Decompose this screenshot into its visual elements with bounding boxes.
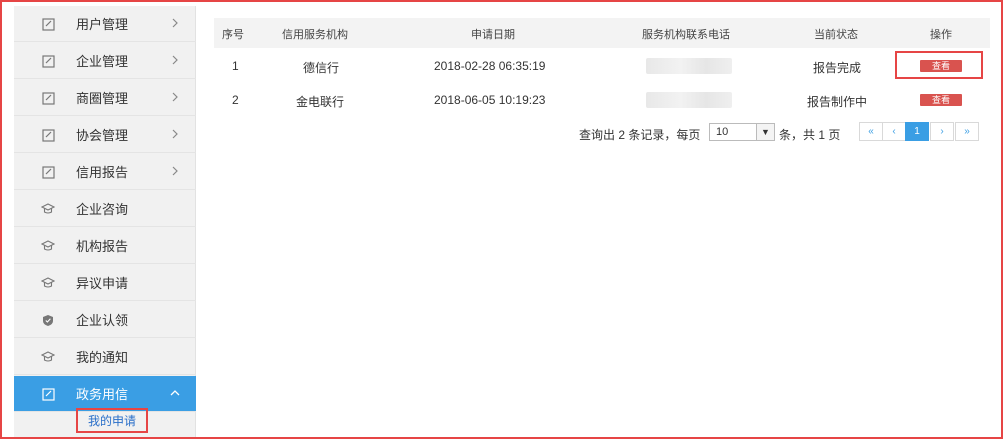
chevron-right-icon — [168, 53, 182, 67]
sidebar-item-label: 用户管理 — [76, 17, 129, 32]
graduation-cap-icon — [41, 350, 55, 364]
sidebar-subitem-label: 我的申请 — [87, 414, 136, 428]
sidebar-item-label: 企业咨询 — [76, 202, 129, 217]
page-size-value: 10 — [716, 126, 729, 138]
sidebar-item-label: 我的通知 — [76, 350, 129, 365]
row-date: 2018-02-28 06:35:19 — [434, 59, 546, 73]
table-row: 1 德信行 2018-02-28 06:35:19 报告完成 查看 — [214, 49, 990, 83]
sidebar-item-association[interactable]: 协会管理 — [14, 117, 196, 153]
table-row: 2 金电联行 2018-06-05 10:19:23 报告制作中 查看 — [214, 83, 990, 117]
view-button[interactable]: 查看 — [920, 94, 962, 106]
column-header-date: 申请日期 — [471, 29, 515, 41]
column-header-status: 当前状态 — [814, 29, 858, 41]
row-status: 报告制作中 — [807, 95, 868, 109]
sidebar-item-business-district[interactable]: 商圈管理 — [14, 80, 196, 116]
column-header-phone: 服务机构联系电话 — [642, 29, 730, 41]
sidebar-item-credit-report[interactable]: 信用报告 — [14, 154, 196, 190]
chevron-right-icon — [168, 16, 182, 30]
sidebar-item-label: 政务用信 — [76, 387, 129, 402]
redacted-phone — [646, 92, 732, 108]
pagination-suffix: 条，共 1 页 — [779, 128, 841, 142]
prev-page-button[interactable]: ‹ — [882, 122, 906, 141]
edit-icon — [41, 165, 55, 179]
row-agency: 德信行 — [303, 61, 340, 75]
edit-icon — [41, 128, 55, 142]
sidebar-item-objection[interactable]: 异议申请 — [14, 265, 196, 301]
chevron-down-icon: ▼ — [756, 124, 774, 140]
chevron-right-icon — [168, 164, 182, 178]
sidebar-item-user-management[interactable]: 用户管理 — [14, 6, 196, 42]
edit-icon — [41, 17, 55, 31]
sidebar-item-label: 企业认领 — [76, 313, 129, 328]
column-header-action: 操作 — [930, 29, 952, 41]
sidebar-item-government-credit[interactable]: 政务用信 — [14, 376, 196, 412]
row-date: 2018-06-05 10:19:23 — [434, 93, 546, 107]
sidebar-subitem-my-applications[interactable]: 我的申请 — [76, 408, 148, 433]
first-page-button[interactable]: « — [859, 122, 883, 141]
sidebar-item-label: 机构报告 — [76, 239, 129, 254]
edit-icon — [41, 387, 55, 401]
sidebar-item-label: 企业管理 — [76, 54, 129, 69]
shield-icon — [41, 313, 55, 327]
edit-icon — [41, 91, 55, 105]
page-1-button[interactable]: 1 — [905, 122, 929, 141]
sidebar: 用户管理 企业管理 商圈管理 协会管理 信用报告 企业咨询 机构报告 异议申请 … — [14, 6, 196, 437]
graduation-cap-icon — [41, 239, 55, 253]
sidebar-item-enterprise-consult[interactable]: 企业咨询 — [14, 191, 196, 227]
pagination: 查询出 2 条记录，每页 10 ▼ 条，共 1 页 « ‹ 1 › » — [214, 121, 990, 143]
sidebar-item-label: 信用报告 — [76, 165, 129, 180]
column-header-index: 序号 — [222, 29, 244, 41]
sidebar-item-enterprise-management[interactable]: 企业管理 — [14, 43, 196, 79]
row-status: 报告完成 — [813, 61, 862, 75]
sidebar-item-agency-report[interactable]: 机构报告 — [14, 228, 196, 264]
chevron-up-icon — [168, 386, 182, 400]
chevron-right-icon — [168, 127, 182, 141]
redacted-phone — [646, 58, 732, 74]
sidebar-item-label: 协会管理 — [76, 128, 129, 143]
row-index: 1 — [232, 59, 239, 73]
edit-icon — [41, 54, 55, 68]
sidebar-item-label: 商圈管理 — [76, 91, 129, 106]
table-header: 序号 信用服务机构 申请日期 服务机构联系电话 当前状态 操作 — [214, 18, 990, 48]
pagination-prefix: 查询出 2 条记录，每页 — [579, 128, 701, 142]
column-header-agency: 信用服务机构 — [282, 29, 348, 41]
page-size-select[interactable]: 10 ▼ — [709, 123, 775, 141]
sidebar-item-label: 异议申请 — [76, 276, 129, 291]
chevron-right-icon — [168, 90, 182, 104]
sidebar-item-enterprise-claim[interactable]: 企业认领 — [14, 302, 196, 338]
graduation-cap-icon — [41, 276, 55, 290]
row-agency: 金电联行 — [296, 95, 345, 109]
row-index: 2 — [232, 93, 239, 107]
action-highlight-box — [895, 51, 983, 79]
graduation-cap-icon — [41, 202, 55, 216]
last-page-button[interactable]: » — [955, 122, 979, 141]
next-page-button[interactable]: › — [930, 122, 954, 141]
sidebar-item-notifications[interactable]: 我的通知 — [14, 339, 196, 375]
